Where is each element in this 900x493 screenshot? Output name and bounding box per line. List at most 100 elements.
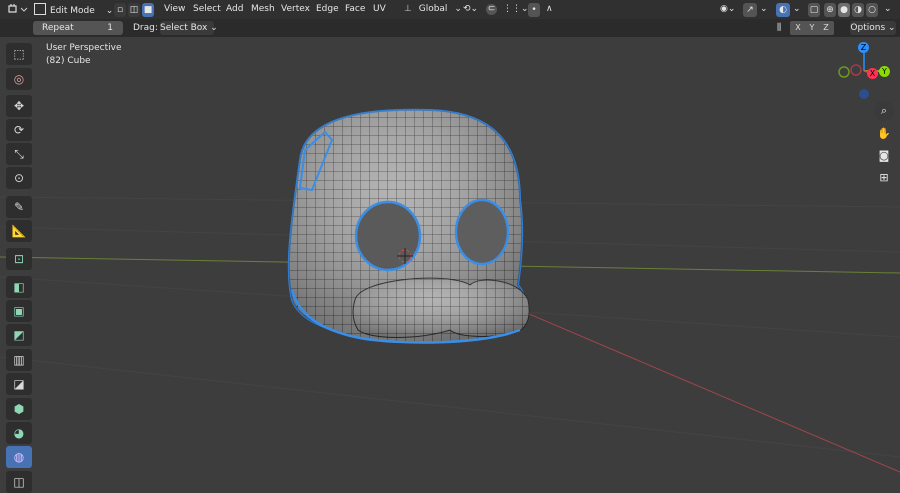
edge-select-icon: ◫ [129, 5, 139, 15]
repeat-value: 1 [107, 23, 113, 33]
repeat-label: Repeat [42, 23, 74, 33]
transform-orientation-label: Global [418, 4, 448, 14]
extrude-tool[interactable]: ◧ [6, 276, 32, 298]
neg-x-axis-dot [850, 64, 862, 76]
overlays-icon: ◐ [779, 5, 787, 15]
viewport-scene [0, 108, 900, 473]
rendered-shading-button[interactable]: ○ [866, 3, 878, 17]
visibility-selector[interactable]: ◉⌄ [720, 3, 735, 16]
overlays-toggle[interactable]: ◐ [776, 3, 790, 17]
extrude-icon: ◧ [13, 280, 25, 294]
wireframe-shading-button[interactable]: ⊕ [824, 3, 836, 17]
spin-tool[interactable]: ◕ [6, 422, 32, 444]
proportional-edit-toggle[interactable]: • [528, 3, 540, 17]
gizmo-dropdown[interactable]: ⌄ [760, 3, 768, 16]
falloff-selector[interactable]: ∧ [546, 3, 553, 16]
solid-icon: ● [840, 5, 848, 15]
material-shading-button[interactable]: ◑ [852, 3, 864, 17]
chevron-down-icon: ⌄ [884, 4, 892, 14]
transform-tool[interactable]: ⊙ [6, 167, 32, 189]
spin-icon: ◕ [13, 426, 25, 440]
snap-toggle[interactable]: ⊂ [486, 3, 497, 16]
pan-button[interactable]: ✋ [874, 123, 894, 143]
navigation-gizmo[interactable]: Z Y X [832, 39, 896, 103]
chevron-down-icon: ⌄ [793, 4, 801, 14]
vertex-select-button[interactable]: ▫ [114, 3, 126, 17]
rotate-tool[interactable]: ⟳ [6, 119, 32, 141]
inset-tool[interactable]: ▣ [6, 300, 32, 322]
scale-icon: ⤡ [14, 146, 24, 161]
grid-icon: ⊞ [879, 170, 889, 184]
chevron-down-icon: ⌄ [888, 23, 896, 33]
add-cube-tool[interactable]: ⊡ [6, 248, 32, 270]
camera-view-button[interactable]: ◙ [874, 145, 894, 165]
cursor-tool[interactable]: ◎ [6, 68, 32, 90]
magnet-icon: ⊂ [486, 4, 497, 15]
solid-shading-button[interactable]: ● [838, 3, 850, 17]
measure-tool[interactable]: 📐 [6, 220, 32, 242]
editor-type-icon[interactable] [6, 2, 28, 15]
menu-vertex[interactable]: Vertex [281, 3, 310, 16]
face-select-button[interactable]: ■ [142, 3, 154, 17]
menu-uv[interactable]: UV [373, 3, 386, 16]
poly-build-tool[interactable]: ⬢ [6, 398, 32, 420]
rendered-icon: ○ [868, 5, 876, 15]
mirror-z-toggle[interactable]: Z [818, 21, 834, 35]
ortho-toggle-button[interactable]: ⊞ [874, 167, 894, 187]
transform-orientation-selector[interactable]: ⊥ Global ⌄ [404, 3, 462, 16]
3d-viewport[interactable]: User Perspective (82) Cube Z Y X ⌕ ✋ ◙ ⊞ [0, 37, 900, 489]
repeat-field[interactable]: Repeat 1 [33, 21, 123, 35]
chevron-down-icon: ⌄ [210, 23, 218, 33]
knife-tool[interactable]: ◪ [6, 373, 32, 395]
menu-mesh[interactable]: Mesh [251, 3, 275, 16]
snap-target-selector[interactable]: ⋮⋮⌄ [503, 3, 529, 16]
mode-label: Edit Mode [50, 6, 95, 16]
zoom-button[interactable]: ⌕ [874, 101, 894, 121]
options-dropdown[interactable]: Options ⌄ [850, 21, 896, 35]
move-icon: ✥ [13, 99, 25, 113]
options-label: Options [850, 23, 886, 33]
face-select-icon: ■ [143, 5, 153, 15]
drag-label: Drag: [133, 23, 158, 33]
zoom-icon: ⌕ [880, 104, 888, 117]
bevel-tool[interactable]: ◩ [6, 324, 32, 346]
x-axis-button[interactable]: X [867, 68, 878, 79]
loop-cut-icon: ▥ [13, 353, 25, 367]
scale-tool[interactable]: ⤡ [6, 143, 32, 165]
overlays-dropdown[interactable]: ⌄ [793, 3, 801, 16]
edge-select-button[interactable]: ◫ [128, 3, 140, 17]
xray-toggle[interactable]: ▢ [808, 3, 820, 17]
shrink-tool[interactable]: ◫ [6, 471, 32, 493]
drag-value: Select Box [160, 23, 208, 33]
z-axis-button[interactable]: Z [858, 42, 869, 53]
select-box-tool[interactable]: ⬚ [6, 43, 32, 65]
rotate-icon: ⟳ [13, 123, 25, 137]
material-icon: ◑ [854, 5, 862, 15]
smooth-tool[interactable]: ◍ [6, 446, 32, 468]
shading-dropdown[interactable]: ⌄ [884, 3, 892, 16]
menu-add[interactable]: Add [226, 3, 243, 16]
move-tool[interactable]: ✥ [6, 95, 32, 117]
menu-view[interactable]: View [164, 3, 185, 16]
annotate-tool[interactable]: ✎ [6, 196, 32, 218]
cursor-icon: ◎ [13, 72, 25, 86]
proportional-edit-icon: • [531, 5, 537, 15]
drag-selector[interactable]: Select Box ⌄ [160, 21, 218, 35]
mode-selector[interactable]: Edit Mode ⌄ [34, 3, 113, 16]
chevron-down-icon: ⌄ [454, 4, 462, 14]
gizmo-toggle[interactable]: ↗ [743, 3, 757, 17]
loop-cut-tool[interactable]: ▥ [6, 349, 32, 371]
y-axis-button[interactable]: Y [879, 66, 890, 77]
chevron-down-icon: ⌄ [760, 4, 768, 14]
viewport-header: Edit Mode ⌄ ▫ ◫ ■ View Select Add Mesh V… [0, 0, 900, 20]
pivot-point-selector[interactable]: ⟲⌄ [463, 3, 478, 16]
wireframe-icon: ⊕ [826, 5, 834, 15]
menu-edge[interactable]: Edge [316, 3, 339, 16]
menu-select[interactable]: Select [193, 3, 221, 16]
select-box-icon: ⬚ [13, 47, 25, 61]
menu-face[interactable]: Face [345, 3, 365, 16]
mirror-icon: ⫼ [777, 23, 782, 33]
knife-icon: ◪ [13, 377, 25, 391]
shrink-icon: ◫ [13, 475, 25, 489]
perspective-label: User Perspective [46, 43, 122, 53]
